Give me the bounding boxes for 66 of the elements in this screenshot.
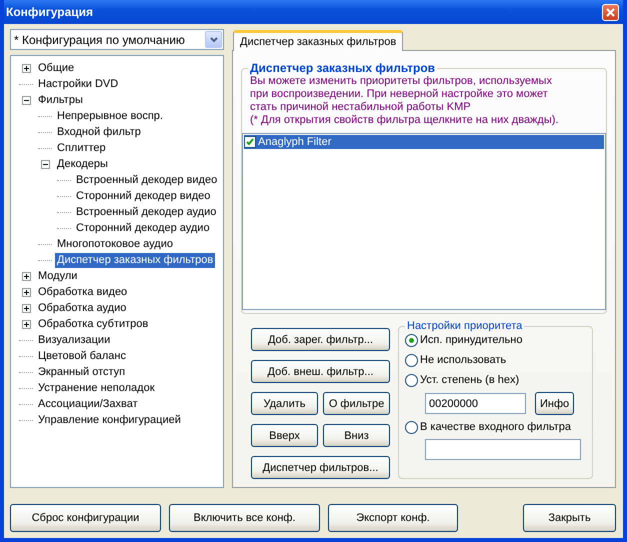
filter-action-button[interactable]: Вниз: [323, 424, 390, 447]
tree-item[interactable]: Экранный отступ: [36, 364, 128, 380]
radio-button[interactable]: [405, 374, 418, 386]
expand-icon[interactable]: [22, 320, 30, 328]
note-text: (* Для открытия свойств фильтра щелкните на них дважды).: [249, 114, 560, 128]
filter-action-button[interactable]: О фильтре: [323, 392, 390, 415]
close-button[interactable]: [602, 4, 619, 20]
group-title: Диспетчер заказных фильтров: [249, 61, 436, 75]
tree-item[interactable]: Фильтры: [36, 92, 85, 108]
tree-item[interactable]: Сторонний декодер видео: [74, 188, 212, 204]
radio-label[interactable]: Не использовать: [420, 354, 506, 366]
tree-item[interactable]: Диспетчер заказных фильтров: [55, 252, 216, 268]
tree-item[interactable]: Визуализации: [36, 332, 112, 348]
close-icon: [606, 8, 615, 16]
tree-item[interactable]: Сторонний декодер аудио: [74, 220, 212, 236]
filter-action-button[interactable]: Доб. зарег. фильтр...: [251, 328, 390, 351]
expand-icon[interactable]: [22, 272, 30, 280]
tree-item[interactable]: Обработка аудио: [36, 300, 128, 316]
filter-action-button[interactable]: Диспетчер фильтров...: [251, 456, 390, 479]
dropdown-button[interactable]: [205, 31, 222, 48]
tree-item[interactable]: Цветовой баланс: [36, 348, 128, 364]
collapse-icon[interactable]: [40, 160, 50, 168]
filter-action-button[interactable]: Удалить: [251, 392, 318, 415]
tree-item[interactable]: Устранение неполадок: [36, 380, 157, 396]
dropdown-value: * Конфигурация по умолчанию: [14, 32, 185, 46]
radio-label[interactable]: Уст. степень (в hex): [420, 374, 520, 386]
input-filter-field[interactable]: [425, 439, 581, 460]
expand-icon[interactable]: [22, 288, 30, 296]
tree-item[interactable]: Сплиттер: [55, 140, 108, 156]
dialog-button[interactable]: Экспорт конф.: [328, 504, 458, 532]
config-dropdown[interactable]: * Конфигурация по умолчанию: [10, 29, 224, 50]
dialog-button[interactable]: Закрыть: [523, 504, 616, 532]
expand-icon[interactable]: [22, 304, 30, 312]
checkbox[interactable]: [244, 136, 256, 148]
radio-label[interactable]: В качестве входного фильтра: [420, 421, 572, 433]
description-text: Вы можете изменить приоритеты фильтров, используемых при воспроизведении. При неверной настройке это может стать причиной нестабильной работы KMP: [249, 75, 553, 114]
group-title: Настройки приоритета: [406, 320, 524, 332]
tree-item[interactable]: Настройки DVD: [36, 76, 120, 92]
tab[interactable]: Диспетчер заказных фильтров: [233, 30, 404, 51]
radio-button[interactable]: [405, 420, 418, 434]
tree-item[interactable]: Ассоциации/Захват: [36, 396, 140, 412]
dialog-button[interactable]: Сброс конфигурации: [10, 504, 161, 532]
expand-icon[interactable]: [22, 64, 30, 72]
chevron-down-icon: [210, 36, 218, 42]
radio-button[interactable]: [405, 334, 418, 346]
tree-item[interactable]: Непрерывное воспр.: [55, 108, 165, 124]
tree-item[interactable]: Обработка видео: [36, 284, 130, 300]
dialog-button[interactable]: Включить все конф.: [169, 504, 320, 532]
tree-item[interactable]: Общие: [36, 60, 76, 76]
filter-action-button[interactable]: Доб. внеш. фильтр...: [251, 360, 390, 383]
tree-item[interactable]: Встроенный декодер видео: [74, 172, 220, 188]
window-title: Конфигурация: [6, 5, 94, 19]
tree-item[interactable]: Обработка субтитров: [36, 316, 150, 332]
tree-item[interactable]: Декодеры: [55, 156, 110, 172]
tree-item[interactable]: Модули: [36, 268, 80, 284]
radio-button[interactable]: [405, 354, 418, 366]
radio-label[interactable]: Исп. принудительно: [420, 334, 522, 346]
tree-item[interactable]: Входной фильтр: [55, 124, 143, 140]
filter-action-button[interactable]: Вверх: [251, 424, 318, 447]
filter-item[interactable]: Anaglyph Filter: [244, 135, 604, 149]
tree-item[interactable]: Многопотоковое аудио: [55, 236, 175, 252]
priority-hex-field[interactable]: 00200000: [425, 393, 526, 414]
tree-item[interactable]: Управление конфигурацией: [36, 412, 183, 428]
collapse-icon[interactable]: [22, 96, 30, 104]
info-button[interactable]: Инфо: [535, 392, 574, 415]
tree-item[interactable]: Встроенный декодер аудио: [74, 204, 218, 220]
